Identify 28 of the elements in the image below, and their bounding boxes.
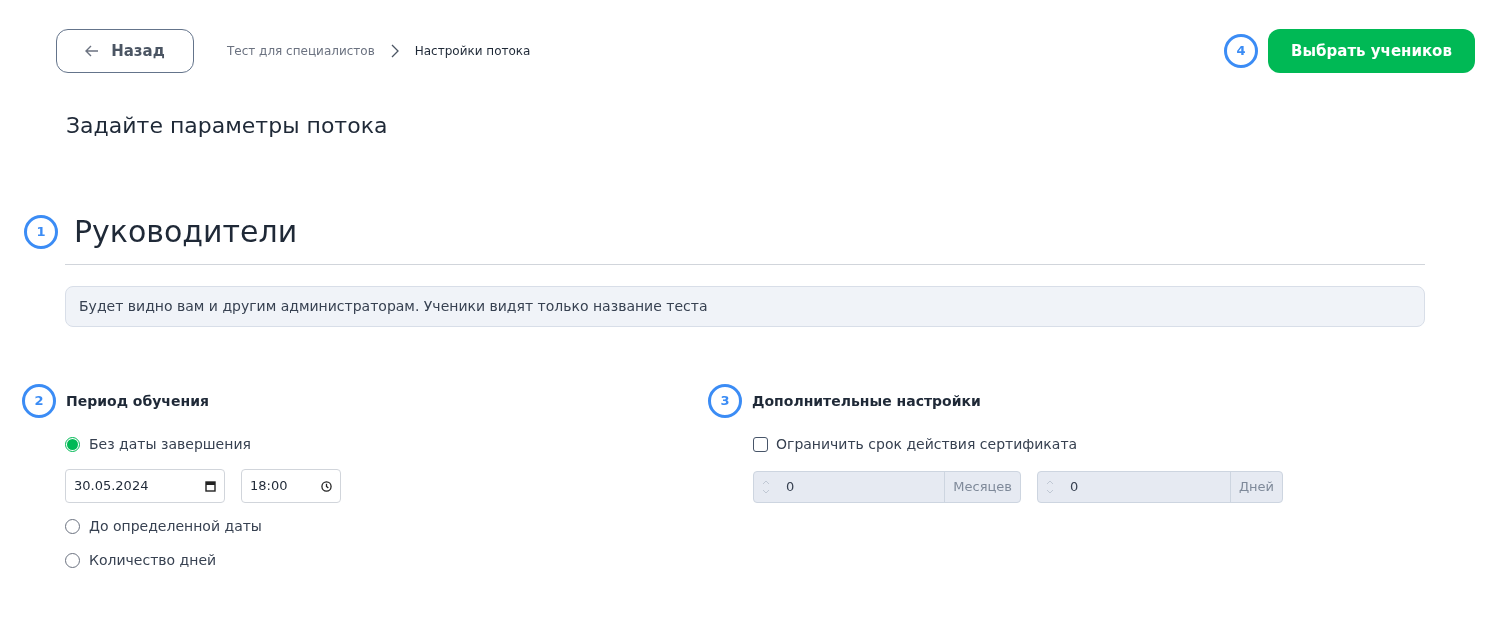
chevron-right-icon: [390, 44, 399, 58]
unit-label: Месяцев: [944, 472, 1020, 502]
step-badge: 3: [708, 384, 742, 418]
radio-option[interactable]: Количество дней: [65, 550, 708, 571]
arrow-left-icon: [85, 45, 100, 57]
clock-icon: [321, 480, 332, 492]
radio-button[interactable]: [65, 437, 80, 452]
section-heading: Дополнительные настройки: [752, 391, 981, 411]
checkbox[interactable]: [753, 437, 768, 452]
calendar-icon: [205, 480, 216, 492]
stepper-icon: [1046, 478, 1054, 496]
checkbox-option[interactable]: Ограничить срок действия сертификата: [753, 434, 1497, 455]
time-field[interactable]: 18:00: [241, 469, 341, 503]
breadcrumb-link[interactable]: Тест для специалистов: [227, 42, 375, 60]
radio-option[interactable]: Без даты завершения: [65, 434, 708, 455]
page-title: Задайте параметры потока: [66, 112, 389, 140]
step-badge: 2: [22, 384, 56, 418]
back-button[interactable]: Назад: [56, 29, 194, 73]
step-badge: 4: [1224, 34, 1258, 68]
description-field[interactable]: Будет видно вам и другим администраторам. Ученики видят только название теста: [65, 286, 1425, 327]
section-heading: Период обучения: [66, 391, 209, 411]
name-field[interactable]: Руководители: [74, 209, 298, 254]
unit-label: Дней: [1229, 472, 1282, 502]
stepper-icon: [762, 478, 770, 496]
breadcrumb-link[interactable]: Настройки потока: [414, 42, 531, 60]
date-field[interactable]: 30.05.2024: [65, 469, 225, 503]
radio-option[interactable]: До определенной даты: [65, 516, 708, 537]
step-badge: 1: [24, 214, 58, 249]
